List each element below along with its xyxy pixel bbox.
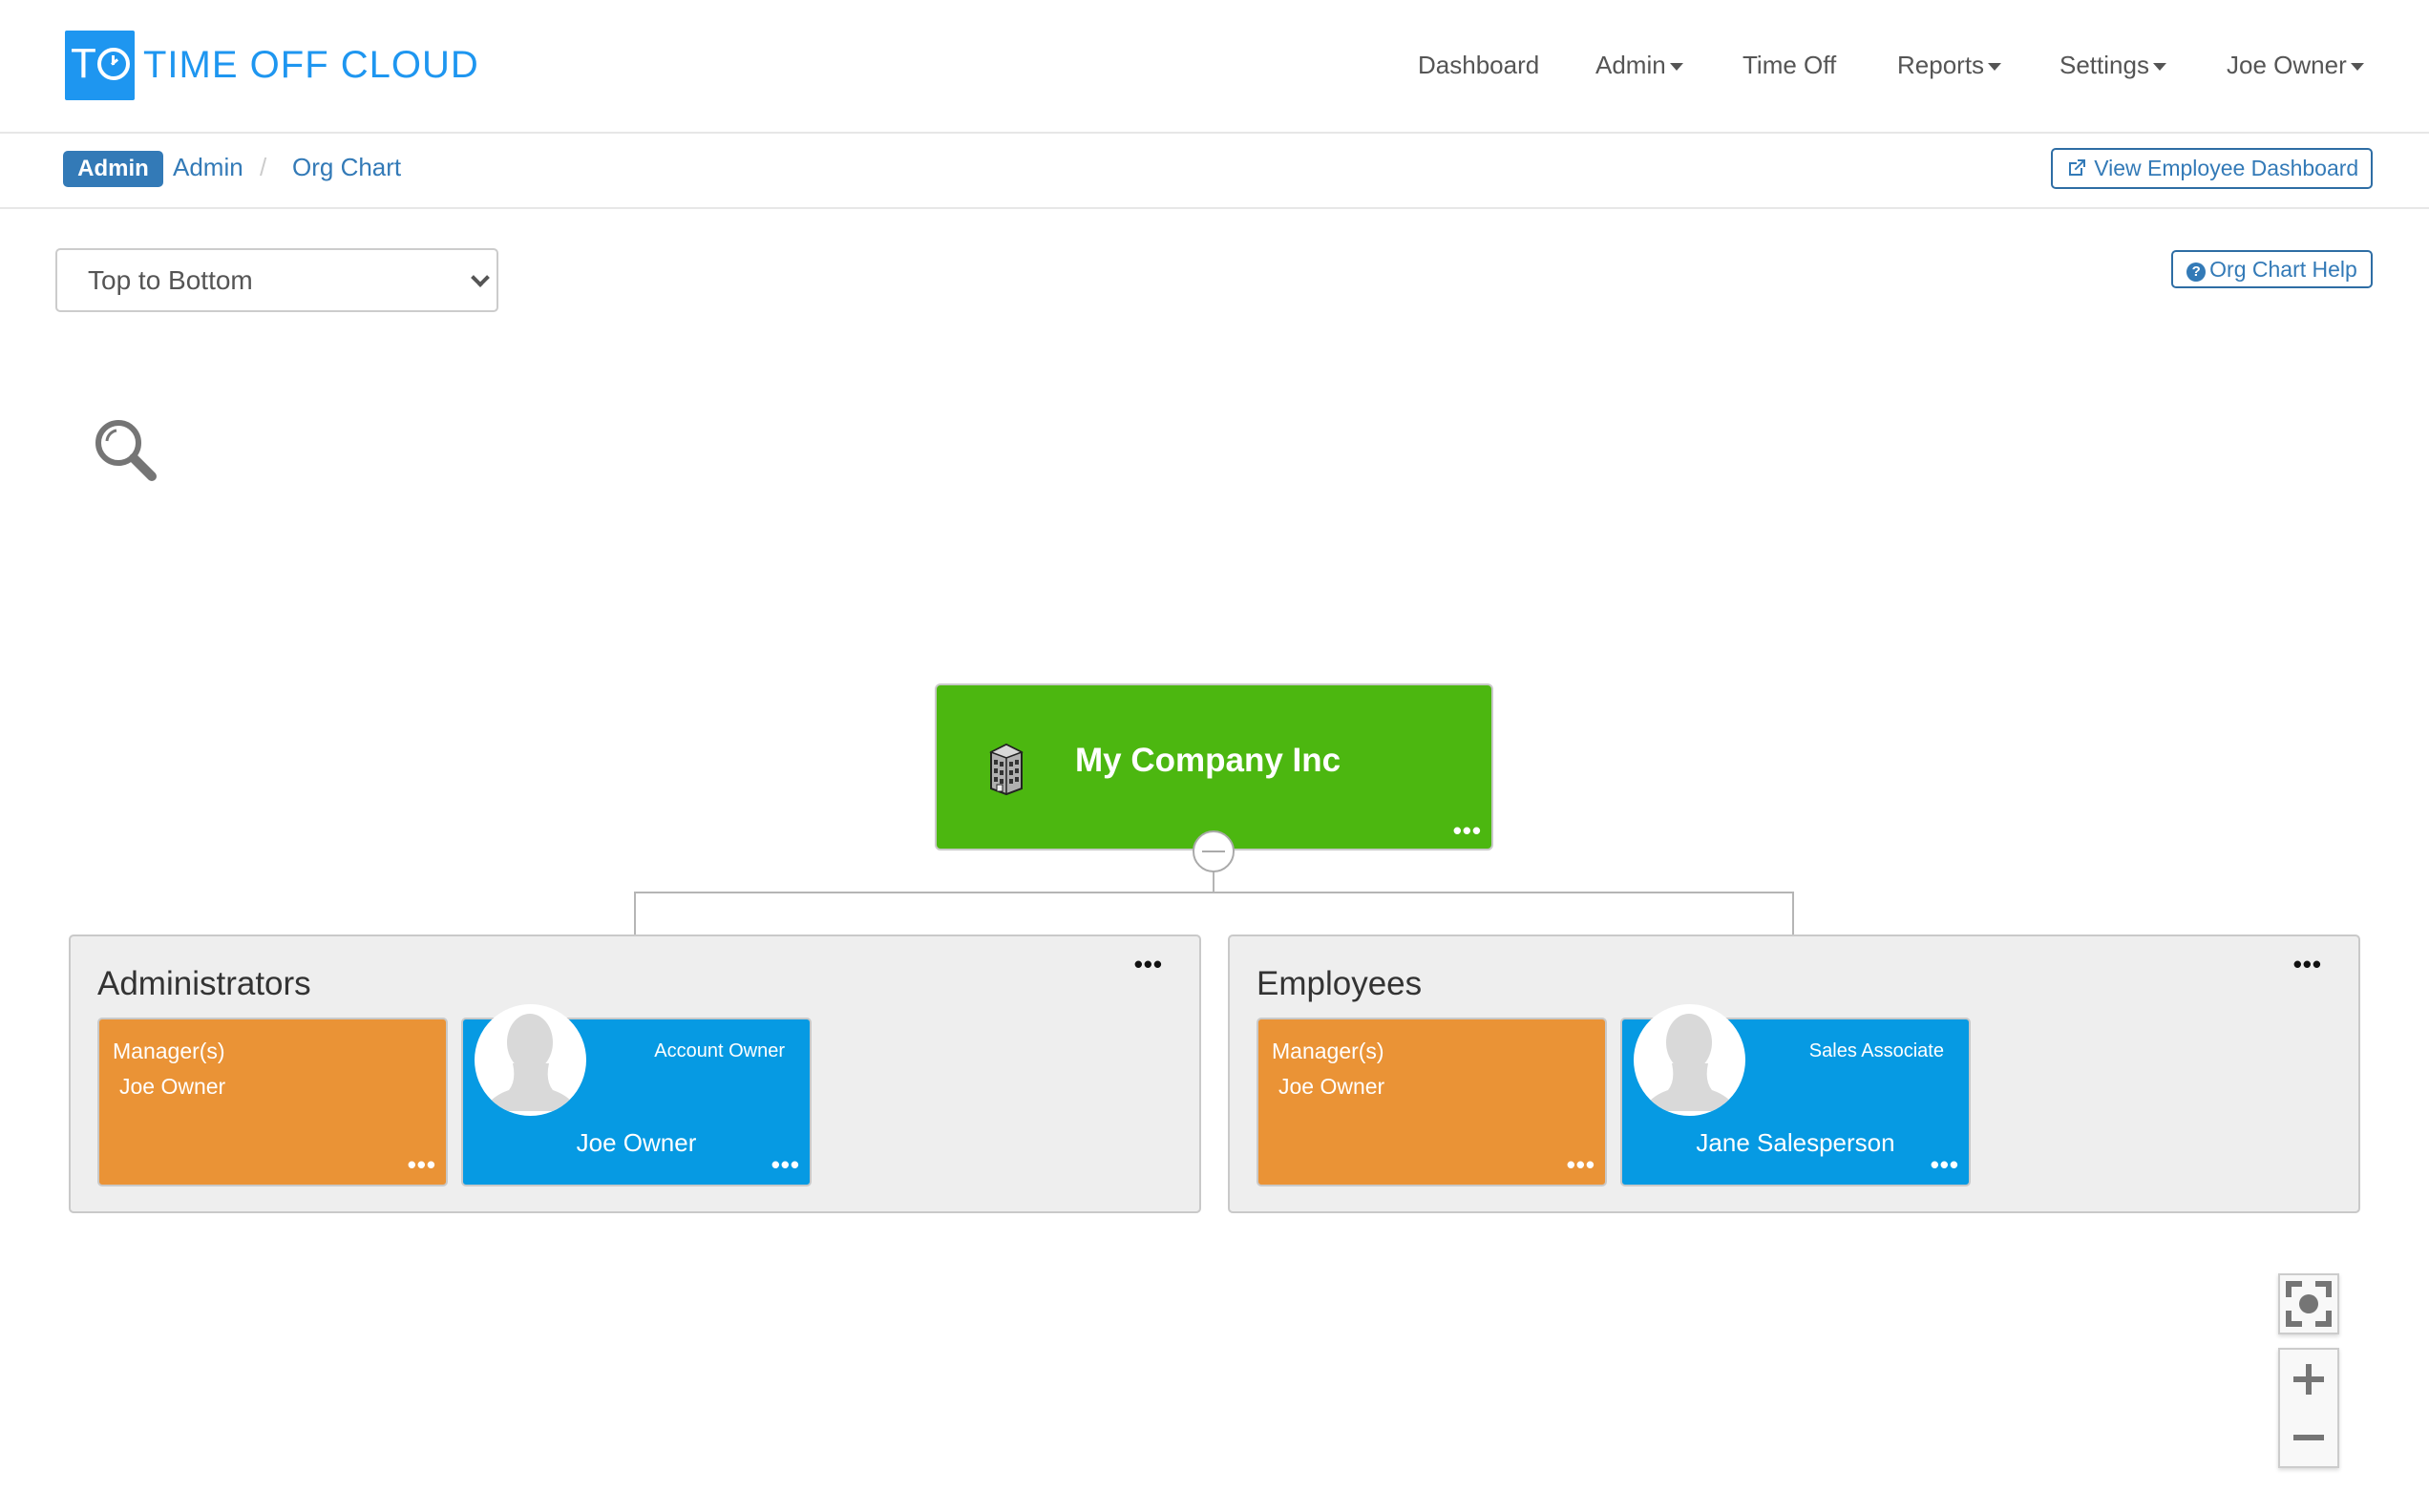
caret-down-icon: [1669, 63, 1683, 72]
employee-title: Account Owner: [654, 1040, 785, 1061]
node-menu-button[interactable]: •••: [1453, 818, 1482, 843]
clock-icon: [97, 48, 130, 80]
nav-label: Reports: [1897, 51, 1985, 79]
avatar: [1634, 1004, 1745, 1116]
group-title: Employees: [1257, 965, 1423, 1002]
help-label: Org Chart Help: [2209, 257, 2357, 282]
manager-card[interactable]: Manager(s) Joe Owner •••: [97, 1018, 448, 1186]
fit-screen-icon: [2286, 1281, 2332, 1327]
minus-icon: [2293, 1435, 2324, 1440]
card-menu-button[interactable]: •••: [771, 1152, 800, 1177]
connector-line: [634, 892, 1794, 893]
layout-select-value: Top to Bottom: [88, 265, 253, 295]
zoom-controls: [2278, 1348, 2339, 1468]
employee-card[interactable]: Sales Associate Jane Salesperson •••: [1620, 1004, 1971, 1186]
top-navbar: T TIME OFF CLOUD Dashboard Admin Time Of…: [0, 0, 2429, 134]
group-menu-button[interactable]: •••: [1134, 952, 1163, 976]
view-employee-dashboard-button[interactable]: View Employee Dashboard: [2051, 148, 2373, 189]
breadcrumb-separator: /: [260, 153, 267, 181]
fit-screen-button[interactable]: [2278, 1273, 2339, 1334]
nav-label: Joe Owner: [2227, 51, 2347, 79]
nav-reports[interactable]: Reports: [1897, 48, 2002, 82]
manager-name: Joe Owner: [1278, 1074, 1385, 1099]
group-title: Administrators: [97, 965, 311, 1002]
logo-initial: T: [71, 40, 96, 87]
avatar: [475, 1004, 586, 1116]
company-name: My Company Inc: [1075, 742, 1341, 779]
manager-card[interactable]: Manager(s) Joe Owner •••: [1257, 1018, 1607, 1186]
breadcrumb-admin[interactable]: Admin: [173, 150, 243, 184]
employee-card[interactable]: Account Owner Joe Owner •••: [461, 1004, 812, 1186]
nav-settings[interactable]: Settings: [2059, 48, 2166, 82]
connector-line: [634, 892, 636, 935]
connector-line: [1792, 892, 1794, 935]
caret-down-icon: [2152, 63, 2166, 72]
manager-label: Manager(s): [113, 1039, 225, 1063]
nav-label: Time Off: [1743, 51, 1837, 79]
group-administrators: Administrators ••• Manager(s) Joe Owner …: [69, 934, 1201, 1213]
question-circle-icon: ?: [2186, 262, 2207, 282]
search-icon[interactable]: [92, 416, 160, 485]
nav-admin[interactable]: Admin: [1595, 48, 1683, 82]
logo-text[interactable]: TIME OFF CLOUD: [143, 42, 479, 88]
nav-label: Admin: [1595, 51, 1666, 79]
card-menu-button[interactable]: •••: [1931, 1152, 1959, 1177]
employee-name: Jane Salesperson: [1696, 1128, 1895, 1157]
nav-label: Settings: [2059, 51, 2149, 79]
person-silhouette-icon: [482, 1014, 580, 1111]
manager-label: Manager(s): [1272, 1039, 1384, 1063]
group-employees: Employees ••• Manager(s) Joe Owner ••• S…: [1228, 934, 2360, 1213]
zoom-in-button[interactable]: [2280, 1350, 2337, 1408]
plus-icon: [2293, 1364, 2324, 1395]
employee-title: Sales Associate: [1808, 1040, 1944, 1061]
zoom-out-button[interactable]: [2280, 1408, 2337, 1466]
nav-user-menu[interactable]: Joe Owner: [2227, 48, 2364, 82]
company-node[interactable]: My Company Inc •••: [935, 683, 1493, 850]
nav-time-off[interactable]: Time Off: [1743, 48, 1836, 82]
person-silhouette-icon: [1641, 1014, 1739, 1111]
group-menu-button[interactable]: •••: [2293, 952, 2322, 976]
card-menu-button[interactable]: •••: [1567, 1152, 1595, 1177]
card-menu-button[interactable]: •••: [408, 1152, 436, 1177]
manager-name: Joe Owner: [119, 1074, 226, 1099]
org-chart-help-button[interactable]: ? Org Chart Help: [2171, 250, 2373, 288]
layout-direction-select[interactable]: Top to Bottom: [55, 248, 498, 312]
breadcrumb: Admin Admin / Org Chart View Employee Da…: [0, 135, 2429, 209]
breadcrumb-org-chart[interactable]: Org Chart: [292, 150, 401, 184]
view-employee-dashboard-label: View Employee Dashboard: [2094, 156, 2359, 180]
caret-down-icon: [2350, 63, 2364, 72]
section-badge: Admin: [63, 151, 163, 187]
connector-line: [1213, 871, 1214, 893]
chevron-down-icon: [471, 268, 490, 287]
external-link-icon: [2068, 159, 2085, 176]
employee-name: Joe Owner: [576, 1128, 697, 1157]
collapse-node-button[interactable]: [1193, 830, 1235, 872]
nav-dashboard[interactable]: Dashboard: [1418, 48, 1539, 82]
building-icon: [989, 743, 1024, 796]
logo-icon[interactable]: T: [65, 31, 135, 100]
nav-label: Dashboard: [1418, 51, 1540, 79]
caret-down-icon: [1988, 63, 2002, 72]
